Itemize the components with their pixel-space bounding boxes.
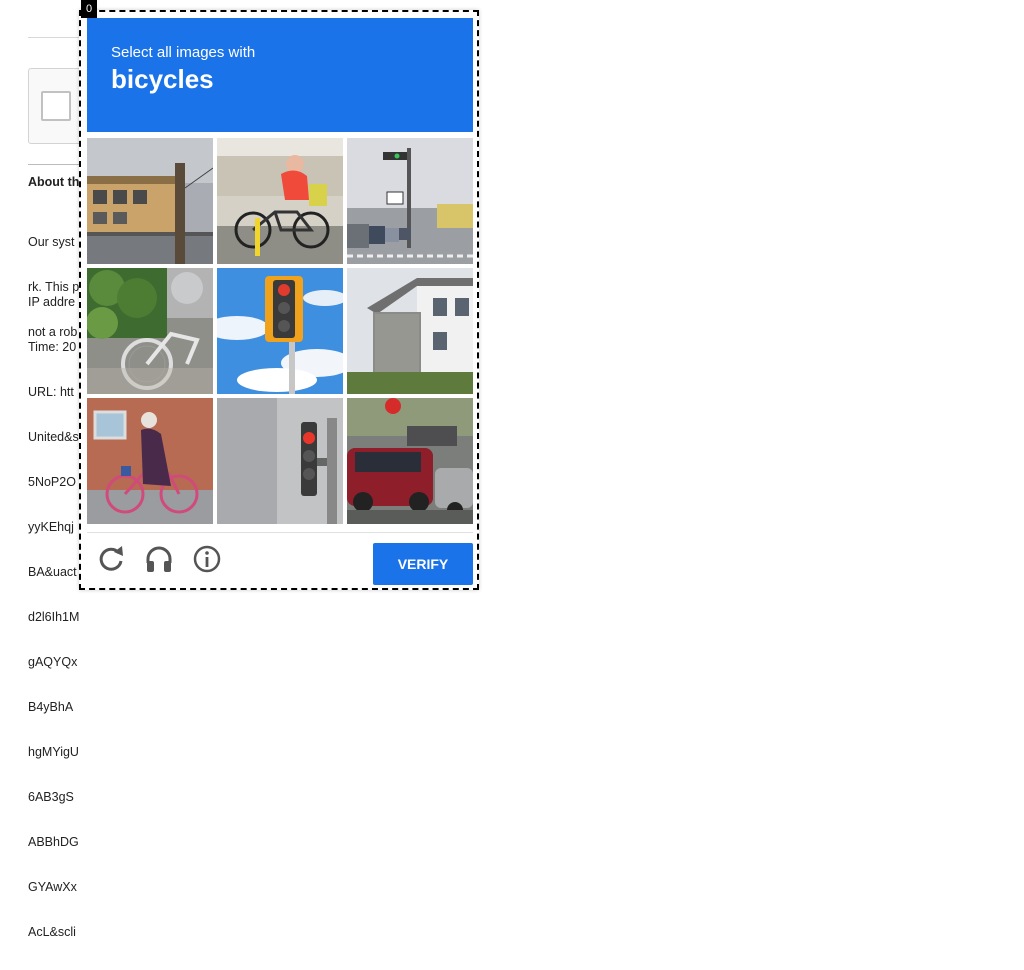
image-tile-4[interactable] [87, 268, 213, 394]
image-tile-3[interactable] [347, 138, 473, 264]
about-heading: About th [28, 175, 80, 189]
image-tile-1[interactable] [87, 138, 213, 264]
verify-button[interactable]: VERIFY [373, 543, 473, 585]
image-tile-8[interactable] [217, 398, 343, 524]
tile-image [87, 268, 213, 394]
image-tile-5[interactable] [217, 268, 343, 394]
tile-image [347, 398, 473, 524]
info-icon[interactable] [191, 543, 223, 575]
tile-image [217, 398, 343, 524]
recaptcha-checkbox[interactable] [41, 91, 71, 121]
tile-image [217, 268, 343, 394]
challenge-footer: VERIFY [87, 532, 473, 585]
image-grid [87, 138, 473, 524]
target-object-text: bicycles [111, 64, 214, 94]
challenge-header: Select all images with bicycles [87, 18, 473, 132]
info-text-2: IP addre Time: 20 URL: htt United&s 5NoP… [28, 295, 80, 939]
reload-icon[interactable] [95, 543, 127, 575]
tile-image [87, 138, 213, 264]
headphones-icon[interactable] [143, 543, 175, 575]
element-index-badge: 0 [81, 0, 97, 18]
captcha-challenge-dialog: Select all images with bicycles VERIFY [79, 10, 479, 590]
tile-image [87, 398, 213, 524]
tile-image [347, 138, 473, 264]
image-tile-9[interactable] [347, 398, 473, 524]
tile-image [217, 138, 343, 264]
image-tile-2[interactable] [217, 138, 343, 264]
image-tile-7[interactable] [87, 398, 213, 524]
image-tile-6[interactable] [347, 268, 473, 394]
instruction-text: Select all images with [111, 44, 256, 61]
tile-image [347, 268, 473, 394]
